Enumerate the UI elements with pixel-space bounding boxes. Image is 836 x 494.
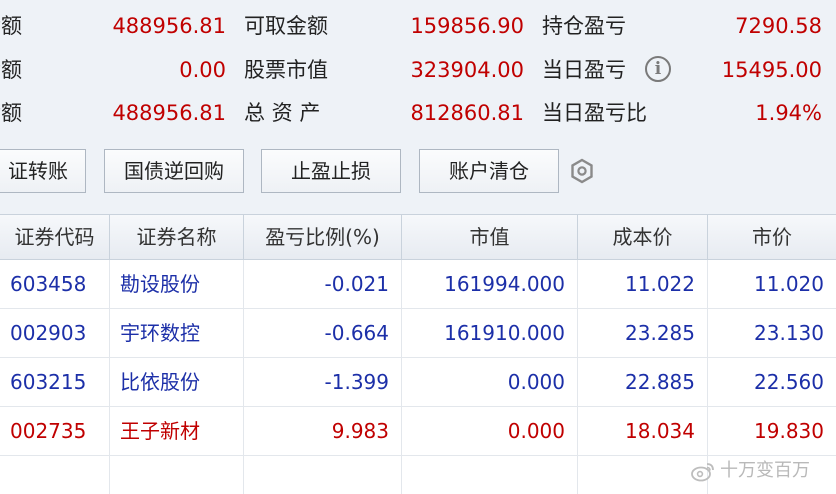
cell-market-price: 22.560 (754, 370, 824, 394)
header-name[interactable]: 证券名称 (110, 215, 244, 259)
summary-value-balance: 488956.81 (112, 14, 226, 38)
cell-cost-price: 11.022 (578, 260, 708, 308)
summary-value-total-assets: 812860.81 (410, 101, 524, 125)
summary-label-daily-pnl: 当日盈亏 (542, 58, 626, 82)
header-pnl-ratio[interactable]: 盈亏比例(%) (244, 215, 402, 259)
summary-label-balance: 金额 (0, 14, 22, 38)
table-row[interactable]: 603458 勘设股份 -0.021 161994.000 11.022 11.… (0, 260, 836, 309)
cell-market-value: 0.000 (402, 358, 578, 406)
cell-cost-price: 23.285 (578, 309, 708, 357)
cell-name: 勘设股份 (110, 260, 244, 308)
summary-label-stock-value: 股票市值 (244, 58, 328, 82)
summary-value-available: 488956.81 (112, 101, 226, 125)
summary-label-withdrawable: 可取金额 (244, 14, 328, 38)
watermark-text: 十万变百万 (720, 460, 810, 481)
table-header: 证券代码 证券名称 盈亏比例(%) 市值 成本价 市价 (0, 215, 836, 260)
cell-market-value: 0.000 (402, 407, 578, 455)
table-row[interactable]: 603215 比依股份 -1.399 0.000 22.885 22.560 (0, 358, 836, 407)
summary-label-position-pnl: 持仓盈亏 (542, 14, 626, 38)
holdings-table: 证券代码 证券名称 盈亏比例(%) 市值 成本价 市价 603458 勘设股份 … (0, 214, 836, 494)
summary-value-daily-pnl-ratio: 1.94% (755, 101, 822, 125)
cell-pnl-ratio: 9.983 (244, 407, 402, 455)
header-market-price[interactable]: 市价 (708, 215, 836, 259)
cell-market-price: 11.020 (754, 272, 824, 296)
watermark: 十万变百万 (0, 458, 836, 484)
table-row[interactable]: 002903 宇环数控 -0.664 161910.000 23.285 23.… (0, 309, 836, 358)
info-icon[interactable]: i (645, 56, 671, 82)
cell-market-price: 23.130 (754, 321, 824, 345)
cell-code: 603458 (0, 260, 110, 308)
summary-value-withdrawable: 159856.90 (410, 14, 524, 38)
header-cost-price[interactable]: 成本价 (578, 215, 708, 259)
summary-value-position-pnl: 7290.58 (735, 14, 822, 38)
summary-value-stock-value: 323904.00 (410, 58, 524, 82)
hexagon-gear-icon[interactable] (568, 157, 596, 185)
cell-market-value: 161994.000 (402, 260, 578, 308)
summary-label-frozen: 金额 (0, 58, 22, 82)
header-code[interactable]: 证券代码 (0, 215, 110, 259)
cell-pnl-ratio: -0.021 (244, 260, 402, 308)
summary-value-frozen: 0.00 (179, 58, 226, 82)
cell-code: 603215 (0, 358, 110, 406)
header-market-value[interactable]: 市值 (402, 215, 578, 259)
cell-code: 002903 (0, 309, 110, 357)
summary-label-total-assets: 总 资 产 (244, 101, 321, 125)
stop-profit-loss-button[interactable]: 止盈止损 (261, 149, 401, 193)
cell-market-price: 19.830 (754, 419, 824, 443)
clear-position-button[interactable]: 账户清仓 (419, 149, 559, 193)
cell-name: 王子新材 (110, 407, 244, 455)
table-row[interactable]: 002735 王子新材 9.983 0.000 18.034 19.830 (0, 407, 836, 456)
cell-pnl-ratio: -0.664 (244, 309, 402, 357)
cell-code: 002735 (0, 407, 110, 455)
cell-cost-price: 18.034 (578, 407, 708, 455)
reverse-repo-button[interactable]: 国债逆回购 (104, 149, 244, 193)
summary-label-available: 金额 (0, 101, 22, 125)
cell-name: 比依股份 (110, 358, 244, 406)
summary-label-daily-pnl-ratio: 当日盈亏比 (542, 101, 647, 125)
cell-cost-price: 22.885 (578, 358, 708, 406)
cell-name: 宇环数控 (110, 309, 244, 357)
cell-market-value: 161910.000 (402, 309, 578, 357)
account-summary: 金额 488956.81 金额 0.00 金额 488956.81 可取金额 1… (0, 0, 836, 140)
bank-transfer-button[interactable]: 证转账 (0, 149, 86, 193)
summary-value-daily-pnl: 15495.00 (721, 58, 822, 82)
cell-pnl-ratio: -1.399 (244, 358, 402, 406)
